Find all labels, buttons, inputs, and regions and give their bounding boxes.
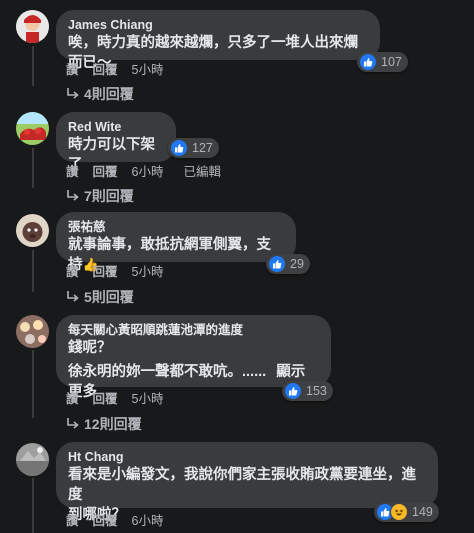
thread-line [32, 148, 34, 188]
reaction-count-badge[interactable]: 29 [266, 254, 310, 274]
comment-author[interactable]: Red Wite [68, 119, 164, 135]
like-button[interactable]: 讚 [66, 513, 79, 529]
thread-line [32, 478, 34, 533]
avatar[interactable] [16, 443, 49, 476]
reply-button[interactable]: 回覆 [93, 164, 118, 180]
timestamp[interactable]: 5小時 [132, 391, 164, 407]
comment-bubble: James Chiang 唉，時力真的越來越爛，只多了一堆人出來爛而已～ [56, 10, 380, 71]
like-icon [359, 53, 377, 71]
view-replies-link[interactable]: 5則回覆 [66, 287, 134, 307]
avatar[interactable] [16, 214, 49, 247]
like-button[interactable]: 讚 [66, 62, 79, 78]
comment-actions: 讚 回覆 5小時 [66, 391, 163, 407]
reaction-count: 107 [381, 55, 402, 69]
reply-arrow-icon [67, 88, 79, 99]
avatar[interactable] [16, 112, 49, 145]
like-icon [268, 255, 286, 273]
reaction-count-badge[interactable]: 107 [357, 52, 408, 72]
view-replies-link[interactable]: 12則回覆 [66, 414, 142, 434]
haha-icon [390, 503, 408, 521]
comment-text-line: 錢呢？ [68, 340, 112, 356]
comment-actions: 讚 回覆 6小時 [66, 513, 163, 529]
thread-line [32, 46, 34, 86]
timestamp[interactable]: 5小時 [132, 264, 164, 280]
avatar[interactable] [16, 10, 49, 43]
reaction-count-badge[interactable]: 149 [374, 502, 439, 522]
timestamp[interactable]: 6小時 [132, 513, 164, 529]
comment-text-body: 徐永明的妳一聲都不敢吭。...... [68, 364, 267, 380]
reply-arrow-icon [67, 190, 79, 201]
reply-arrow-icon [67, 418, 79, 429]
comment-author[interactable]: 張祐慈 [68, 219, 284, 235]
edited-label: 已編輯 [183, 165, 221, 179]
reaction-count: 127 [192, 141, 213, 155]
comment-bubble: Red Wite 時力可以下架了 [56, 112, 176, 173]
replies-count-label: 4則回覆 [84, 86, 134, 102]
timestamp[interactable]: 5小時 [132, 62, 164, 78]
comment-bubble: 每天關心黃昭順跳蓮池潭的進度 錢呢？ 徐永明的妳一聲都不敢吭。...... 顯示… [56, 315, 331, 400]
comment-author[interactable]: 每天關心黃昭順跳蓮池潭的進度 [68, 322, 319, 338]
like-button[interactable]: 讚 [66, 391, 79, 407]
timestamp[interactable]: 6小時 [132, 164, 164, 180]
reaction-count: 29 [290, 257, 304, 271]
comment-author[interactable]: James Chiang [68, 17, 368, 33]
reply-button[interactable]: 回覆 [93, 62, 118, 78]
thread-line [32, 250, 34, 292]
reaction-count-badge[interactable]: 127 [168, 138, 219, 158]
comment-actions: 讚 回覆 5小時 [66, 62, 163, 78]
replies-count-label: 7則回覆 [84, 188, 134, 204]
replies-count-label: 5則回覆 [84, 289, 134, 305]
reply-button[interactable]: 回覆 [93, 264, 118, 280]
view-replies-link[interactable]: 7則回覆 [66, 186, 134, 206]
comment-bubble: Ht Chang 看來是小編發文，我說你們家主張收賄政黨要連坐，進度 到哪啦？ [56, 442, 438, 523]
replies-count-label: 12則回覆 [84, 416, 142, 432]
reply-button[interactable]: 回覆 [93, 513, 118, 529]
avatar[interactable] [16, 315, 49, 348]
comment-actions: 讚 回覆 5小時 [66, 264, 163, 280]
like-button[interactable]: 讚 [66, 264, 79, 280]
comment-bubble: 張祐慈 就事論事，敢抵抗網軍側翼，支持👍 [56, 212, 296, 273]
comment-actions: 讚 回覆 6小時 已編輯 [66, 164, 221, 180]
view-replies-link[interactable]: 4則回覆 [66, 84, 134, 104]
reply-arrow-icon [67, 291, 79, 302]
comment-text-line: 看來是小編發文，我說你們家主張收賄政黨要連坐，進度 [68, 467, 416, 503]
comment-author[interactable]: Ht Chang [68, 449, 426, 465]
reaction-count-badge[interactable]: 153 [282, 381, 333, 401]
like-icon [284, 382, 302, 400]
like-button[interactable]: 讚 [66, 164, 79, 180]
thread-line [32, 350, 34, 418]
reply-button[interactable]: 回覆 [93, 391, 118, 407]
like-icon [170, 139, 188, 157]
reaction-count: 149 [412, 505, 433, 519]
reaction-count: 153 [306, 384, 327, 398]
